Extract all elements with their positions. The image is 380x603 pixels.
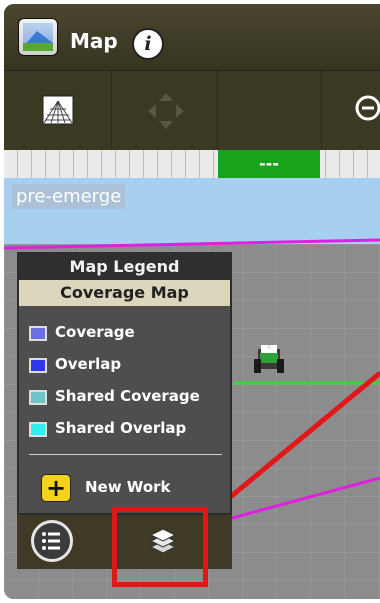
- map-app-icon[interactable]: [18, 18, 58, 56]
- legend-title: Map Legend: [19, 254, 230, 280]
- overlap-swatch: [29, 358, 47, 373]
- page-title: Map: [70, 29, 118, 53]
- map-toolbar: [4, 70, 380, 151]
- annotation-highlight-box: [112, 507, 208, 587]
- list-icon: [42, 532, 60, 550]
- plus-icon: +: [41, 474, 71, 502]
- zoom-out-button[interactable]: [322, 71, 380, 151]
- shared-overlap-swatch: [29, 422, 47, 437]
- legend-divider: [29, 454, 222, 455]
- zoom-out-icon: [355, 95, 380, 121]
- field-name-label: pre-emerge: [12, 184, 126, 209]
- info-icon[interactable]: i: [132, 28, 164, 60]
- title-bar: Map i: [4, 4, 380, 70]
- pan-arrows-icon: [148, 93, 184, 129]
- new-work-button[interactable]: + New Work: [41, 474, 221, 504]
- legend-item-label: Shared Overlap: [55, 419, 187, 437]
- progress-label: ---: [259, 154, 279, 173]
- progress-track: [4, 150, 380, 178]
- shared-coverage-swatch: [29, 390, 47, 405]
- legend-subtitle: Coverage Map: [19, 280, 230, 306]
- tractor-icon: [254, 345, 284, 373]
- map-legend-panel: Map Legend Coverage Map Coverage Overlap…: [17, 252, 232, 515]
- new-work-label: New Work: [85, 478, 171, 496]
- legend-item-label: Shared Coverage: [55, 387, 200, 405]
- list-button[interactable]: [31, 520, 73, 562]
- grid-view-button[interactable]: [4, 71, 112, 151]
- app-frame: Map i --- pre-emerge Map Legend Coverage…: [4, 4, 380, 599]
- blank-button[interactable]: [218, 71, 322, 151]
- grid-perspective-icon: [42, 95, 74, 125]
- legend-item-label: Overlap: [55, 355, 122, 373]
- legend-item-label: Coverage: [55, 323, 135, 341]
- field-boundary-top: [4, 238, 380, 250]
- pan-button[interactable]: [112, 71, 218, 151]
- coverage-swatch: [29, 326, 47, 341]
